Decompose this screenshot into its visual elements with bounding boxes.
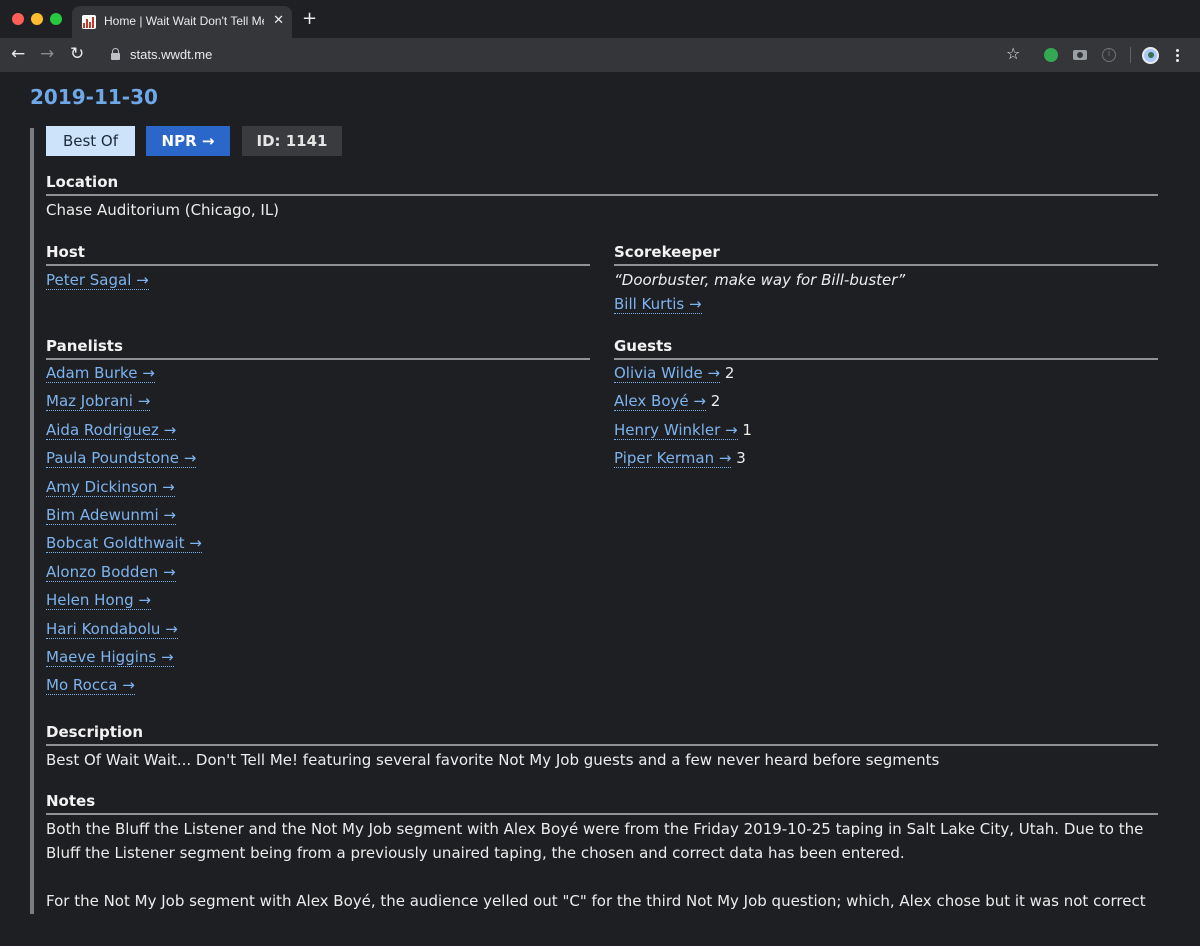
list-item: Olivia Wilde → 2 <box>614 360 1158 388</box>
guest-list: Olivia Wilde → 2 Alex Boyé → 2 Henry Win… <box>614 360 1158 474</box>
browser-menu-icon[interactable] <box>1176 48 1180 64</box>
camera-icon[interactable] <box>1073 50 1087 60</box>
notes-heading: Notes <box>46 791 1158 815</box>
guests-heading: Guests <box>614 336 1158 360</box>
panelist-link[interactable]: Amy Dickinson → <box>46 478 175 497</box>
bookmark-star-icon[interactable]: ☆ <box>1006 43 1020 65</box>
info-icon[interactable]: i <box>1102 48 1116 62</box>
host-link[interactable]: Peter Sagal → <box>46 271 149 290</box>
host-section: Host Peter Sagal → <box>46 242 590 290</box>
list-item: Alex Boyé → 2 <box>614 388 1158 416</box>
new-tab-button[interactable]: + <box>302 9 317 29</box>
description-text: Best Of Wait Wait... Don't Tell Me! feat… <box>46 751 940 769</box>
maximize-window-button[interactable] <box>50 13 62 25</box>
show-date-heading: 2019-11-30 <box>30 85 158 109</box>
panelist-link[interactable]: Maeve Higgins → <box>46 648 174 667</box>
scorekeeper-link[interactable]: Bill Kurtis → <box>614 295 702 314</box>
location-value: Chase Auditorium (Chicago, IL) <box>46 201 280 219</box>
back-arrow-icon[interactable]: ← <box>11 43 25 65</box>
location-heading: Location <box>46 172 1158 196</box>
guest-link[interactable]: Piper Kerman → <box>614 449 732 469</box>
list-item: Mo Rocca → <box>46 672 590 700</box>
guest-link[interactable]: Alex Boyé → <box>614 392 706 412</box>
browser-toolbar: ← → ↻ stats.wwdt.me ☆ i <box>0 38 1200 72</box>
guest-score: 2 <box>710 392 721 411</box>
list-item: Aida Rodriguez → <box>46 417 590 445</box>
tab-title: Home | Wait Wait Don't Tell Me! Stats <box>104 14 264 28</box>
site-favicon-icon <box>82 15 96 29</box>
list-item: Helen Hong → <box>46 587 590 615</box>
guests-section: Guests Olivia Wilde → 2 Alex Boyé → 2 He… <box>614 336 1158 474</box>
panelist-link[interactable]: Paula Poundstone → <box>46 449 197 469</box>
panelist-link[interactable]: Mo Rocca → <box>46 676 135 696</box>
browser-tab-bar: Home | Wait Wait Don't Tell Me! Stats ✕ … <box>0 0 1200 38</box>
list-item: Paula Poundstone → <box>46 445 590 473</box>
scorekeeper-heading: Scorekeeper <box>614 242 1158 266</box>
panelist-link[interactable]: Bobcat Goldthwait → <box>46 534 202 554</box>
panelists-section: Panelists Adam Burke → Maz Jobrani → Aid… <box>46 336 590 701</box>
toolbar-divider <box>1130 47 1131 63</box>
panelist-link[interactable]: Aida Rodriguez → <box>46 421 177 440</box>
npr-link-button[interactable]: NPR → <box>146 126 230 156</box>
reload-icon[interactable]: ↻ <box>70 43 84 65</box>
list-item: Maeve Higgins → <box>46 644 590 672</box>
browser-tab[interactable]: Home | Wait Wait Don't Tell Me! Stats ✕ <box>72 6 292 38</box>
panelist-link[interactable]: Maz Jobrani → <box>46 392 151 412</box>
notes-section: Notes Both the Bluff the Listener and th… <box>46 791 1158 913</box>
minimize-window-button[interactable] <box>31 13 43 25</box>
scorekeeper-quote: “Doorbuster, make way for Bill-buster” <box>614 271 906 289</box>
list-item: Maz Jobrani → <box>46 388 590 416</box>
guest-score: 1 <box>742 420 752 439</box>
location-section: Location Chase Auditorium (Chicago, IL) <box>46 172 1158 222</box>
notes-paragraph-2: For the Not My Job segment with Alex Boy… <box>46 892 1146 910</box>
list-item: Amy Dickinson → <box>46 474 590 502</box>
panelist-link[interactable]: Bim Adewunmi → <box>46 506 176 525</box>
panelist-link[interactable]: Hari Kondabolu → <box>46 620 178 639</box>
lock-icon[interactable] <box>111 48 120 60</box>
panelists-heading: Panelists <box>46 336 590 360</box>
guest-score: 2 <box>724 364 735 382</box>
notes-paragraph-1: Both the Bluff the Listener and the Not … <box>46 820 1144 862</box>
panelist-link[interactable]: Adam Burke → <box>46 364 155 383</box>
panelist-link[interactable]: Alonzo Bodden → <box>46 563 176 582</box>
list-item: Bim Adewunmi → <box>46 502 590 530</box>
guest-link[interactable]: Olivia Wilde → <box>614 364 721 383</box>
description-section: Description Best Of Wait Wait... Don't T… <box>46 722 1158 772</box>
close-window-button[interactable] <box>12 13 24 25</box>
page-content: 2019-11-30 Best Of NPR → ID: 1141 Locati… <box>0 72 1200 946</box>
extension-icon[interactable] <box>1044 48 1058 62</box>
list-item: Henry Winkler → 1 <box>614 417 1158 445</box>
list-item: Hari Kondabolu → <box>46 616 590 644</box>
show-details: Best Of NPR → ID: 1141 Location Chase Au… <box>30 126 1170 914</box>
address-bar[interactable]: stats.wwdt.me <box>130 47 212 62</box>
profile-avatar[interactable] <box>1142 47 1159 64</box>
tab-close-icon[interactable]: ✕ <box>273 13 284 29</box>
host-heading: Host <box>46 242 590 266</box>
list-item: Adam Burke → <box>46 360 590 388</box>
forward-arrow-icon[interactable]: → <box>40 43 54 65</box>
list-item: Piper Kerman → 3 <box>614 445 1158 473</box>
description-heading: Description <box>46 722 1158 746</box>
list-item: Alonzo Bodden → <box>46 559 590 587</box>
show-id-badge: ID: 1141 <box>242 126 342 156</box>
scorekeeper-section: Scorekeeper “Doorbuster, make way for Bi… <box>614 242 1158 314</box>
list-item: Bobcat Goldthwait → <box>46 530 590 558</box>
panelist-list: Adam Burke → Maz Jobrani → Aida Rodrigue… <box>46 360 590 701</box>
guest-score: 3 <box>736 449 746 468</box>
guest-link[interactable]: Henry Winkler → <box>614 421 738 440</box>
panelist-link[interactable]: Helen Hong → <box>46 591 151 611</box>
best-of-badge: Best Of <box>46 126 135 156</box>
